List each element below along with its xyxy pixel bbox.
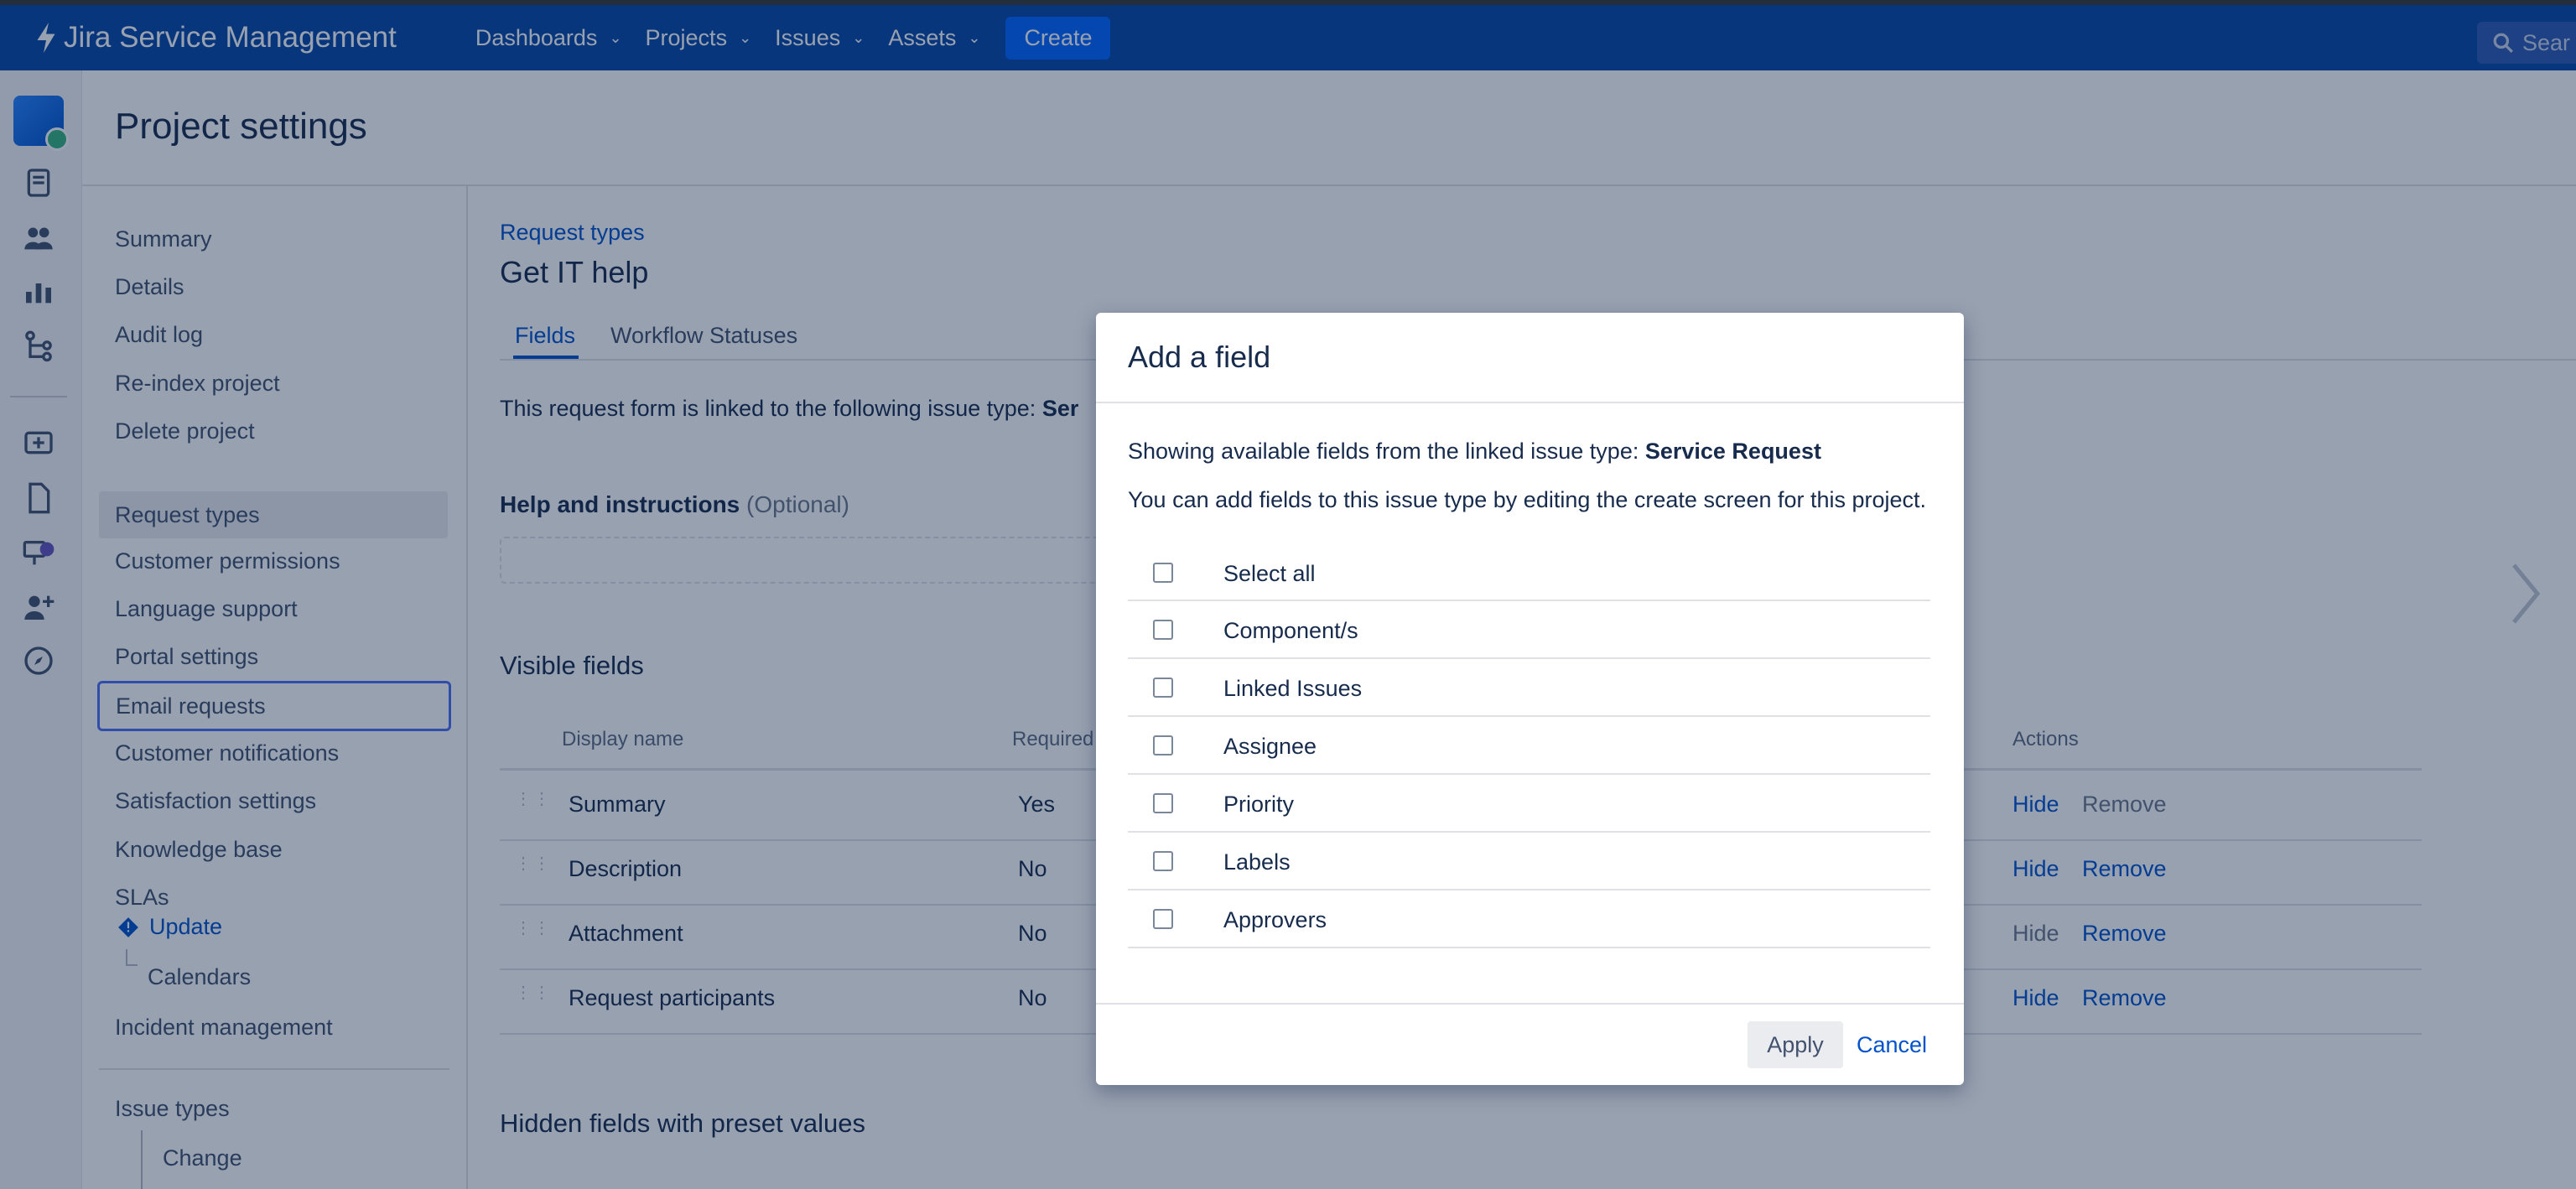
field-checkbox[interactable] bbox=[1153, 678, 1173, 698]
field-option-label: Labels bbox=[1223, 849, 1291, 875]
intro-issue-type: Service Request bbox=[1644, 439, 1821, 464]
add-field-dialog: Add a field Showing available fields fro… bbox=[1096, 313, 1964, 1085]
field-option-row[interactable]: Assignee bbox=[1128, 717, 1930, 775]
field-option-label: Linked Issues bbox=[1223, 676, 1363, 701]
dialog-note: You can add fields to this issue type by… bbox=[1128, 487, 1927, 512]
field-option-label: Component/s bbox=[1223, 618, 1358, 643]
field-checkbox[interactable] bbox=[1153, 793, 1173, 813]
field-checkbox[interactable] bbox=[1153, 735, 1173, 755]
field-option-label: Approvers bbox=[1223, 907, 1327, 932]
cancel-button[interactable]: Cancel bbox=[1857, 1021, 1927, 1068]
dialog-footer-divider bbox=[1096, 1003, 1964, 1005]
field-option-label: Assignee bbox=[1223, 734, 1317, 759]
intro-prefix: Showing available fields from the linked… bbox=[1128, 439, 1645, 464]
field-option-row[interactable]: Labels bbox=[1128, 833, 1930, 890]
field-option-row[interactable]: Approvers bbox=[1128, 890, 1930, 948]
field-option-row[interactable]: Priority bbox=[1128, 775, 1930, 833]
field-option-row[interactable]: Linked Issues bbox=[1128, 659, 1930, 717]
dialog-title: Add a field bbox=[1128, 340, 1271, 374]
field-option-row[interactable]: Component/s bbox=[1128, 601, 1930, 659]
apply-button[interactable]: Apply bbox=[1748, 1021, 1843, 1068]
select-all-checkbox[interactable] bbox=[1153, 563, 1173, 583]
select-all-label: Select all bbox=[1223, 561, 1316, 586]
field-option-label: Priority bbox=[1223, 792, 1295, 817]
dialog-intro: Showing available fields from the linked… bbox=[1128, 435, 1933, 467]
field-checkbox[interactable] bbox=[1153, 851, 1173, 871]
dialog-header-divider bbox=[1096, 402, 1964, 403]
select-all-row[interactable]: Select all bbox=[1128, 551, 1930, 601]
field-checkbox[interactable] bbox=[1153, 909, 1173, 929]
field-checkbox[interactable] bbox=[1153, 620, 1173, 640]
